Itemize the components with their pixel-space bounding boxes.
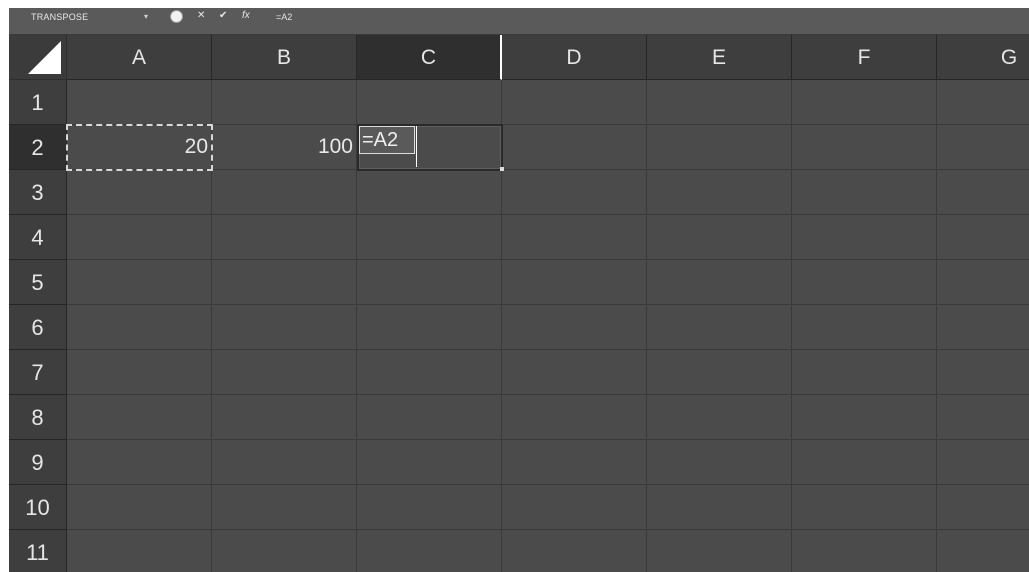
text-caret	[416, 126, 417, 167]
column-gridline	[646, 80, 647, 572]
column-header-f[interactable]: F	[792, 35, 937, 80]
row-header-1[interactable]: 1	[9, 80, 67, 125]
enter-icon[interactable]: ✔	[219, 10, 227, 22]
row-header-3[interactable]: 3	[9, 170, 67, 215]
fx-icon[interactable]: fx	[242, 10, 250, 22]
column-header-c[interactable]: C	[357, 35, 502, 80]
record-icon[interactable]	[170, 10, 183, 23]
copy-marquee	[66, 124, 213, 171]
select-all-button[interactable]	[9, 35, 67, 80]
row-header-8[interactable]: 8	[9, 395, 67, 440]
cell-editor[interactable]: =A2	[359, 126, 415, 154]
column-header-a[interactable]: A	[67, 35, 212, 80]
formula-bar: TRANSPOSE ▾ ✕ ✔ fx =A2	[9, 8, 1029, 35]
column-header-d[interactable]: D	[502, 35, 647, 80]
cancel-icon[interactable]: ✕	[197, 10, 205, 22]
row-header-7[interactable]: 7	[9, 350, 67, 395]
dropdown-icon[interactable]: ▾	[144, 12, 148, 21]
row-header-4[interactable]: 4	[9, 215, 67, 260]
select-all-icon	[28, 41, 61, 74]
column-header-b[interactable]: B	[212, 35, 357, 80]
name-box[interactable]: TRANSPOSE	[31, 12, 88, 22]
row-header-5[interactable]: 5	[9, 260, 67, 305]
row-header-9[interactable]: 9	[9, 440, 67, 485]
row-header-10[interactable]: 10	[9, 485, 67, 530]
row-header-11[interactable]: 11	[9, 530, 67, 572]
fill-handle[interactable]	[500, 167, 504, 171]
row-header-2[interactable]: 2	[9, 125, 67, 170]
formula-input[interactable]: =A2	[276, 12, 292, 22]
spreadsheet-grid[interactable]: ABCDEFG 1 2 3 4 5 6 7 8 9 10 11 20 100 =A2	[9, 35, 1029, 572]
column-header-e[interactable]: E	[647, 35, 792, 80]
column-header-g[interactable]: G	[937, 35, 1029, 80]
column-gridline	[791, 80, 792, 572]
row-header-6[interactable]: 6	[9, 305, 67, 350]
column-gridline	[936, 80, 937, 572]
cell-b2[interactable]: 100	[212, 125, 357, 170]
